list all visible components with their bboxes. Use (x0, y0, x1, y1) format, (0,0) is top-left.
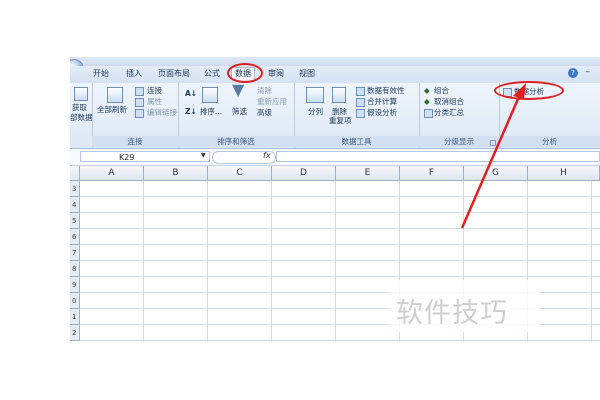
remove-duplicates-icon[interactable] (332, 87, 346, 103)
column-header-g[interactable]: G (464, 166, 528, 181)
filter-button[interactable]: 筛选 (232, 107, 247, 117)
name-box[interactable]: K29 (80, 151, 210, 162)
row-header[interactable]: 6 (70, 229, 80, 245)
consolidate-icon (356, 98, 365, 107)
formula-bar-row: K29 ▼ fx (70, 149, 600, 166)
column-header-a[interactable]: A (80, 166, 144, 181)
row-header[interactable]: 5 (70, 213, 80, 229)
data-validation-button[interactable]: 数据有效性 (367, 86, 405, 96)
watermark-text: 软件技巧 (396, 298, 508, 329)
clear-button[interactable]: 清除 (257, 86, 272, 96)
name-box-dropdown-icon[interactable]: ▼ (201, 152, 206, 159)
text-to-columns-button[interactable]: 分列 (308, 107, 323, 117)
row-header[interactable]: 0 (70, 293, 80, 309)
group-button[interactable]: 组合 (434, 86, 449, 96)
consolidate-button[interactable]: 合并计算 (367, 97, 397, 107)
row-header[interactable]: 9 (70, 277, 80, 293)
group-sort-filter: A↓ Z↓ 排序... ▼ 筛选 清除 重新应用 高级 排序和筛选 (178, 82, 295, 148)
connections-icon (135, 87, 144, 96)
sort-dialog-icon[interactable] (202, 87, 218, 103)
properties-button[interactable]: 属性 (147, 97, 162, 107)
connections-button[interactable]: 连接 (147, 86, 162, 96)
help-icon[interactable]: ? (568, 68, 578, 78)
ungroup-icon: ◆ (424, 97, 430, 106)
row-header[interactable]: 7 (70, 245, 80, 261)
properties-icon (135, 98, 144, 107)
group-data-tools: 分列 删除 重复项 数据有效性 合并计算 假设分析 数据工具 (294, 83, 420, 148)
subtotal-icon (424, 109, 433, 118)
get-external-label-2[interactable]: 部数据 (70, 113, 93, 123)
ungroup-button[interactable]: 取消组合 (434, 97, 464, 107)
column-header-f[interactable]: F (400, 166, 464, 181)
column-header-h[interactable]: H (528, 166, 600, 181)
column-header-d[interactable]: D (272, 166, 336, 181)
sort-za-icon[interactable]: Z↓ (185, 107, 197, 117)
column-header-e[interactable]: E (336, 166, 400, 181)
tab-view[interactable]: 视图 (296, 68, 318, 80)
group-connections: 全部刷新 连接 属性 编辑链接 连接 (92, 83, 179, 148)
row-header[interactable]: 8 (70, 261, 80, 277)
data-tools-group-label: 数据工具 (294, 136, 419, 147)
subtotal-button[interactable]: 分类汇总 (434, 108, 464, 118)
outline-launcher-icon[interactable] (490, 140, 496, 146)
outline-group-label: 分级显示 (419, 136, 499, 147)
edit-links-button[interactable]: 编辑链接 (147, 108, 177, 118)
sort-button[interactable]: 排序... (200, 107, 222, 117)
minimize-ribbon-icon[interactable]: – (586, 67, 591, 77)
analysis-group-label: 分析 (499, 136, 600, 147)
title-bar (70, 57, 600, 66)
what-if-icon (356, 109, 365, 118)
reapply-button[interactable]: 重新应用 (257, 97, 287, 107)
row-header[interactable]: 2 (70, 325, 80, 341)
group-icon: ◆ (424, 86, 430, 95)
column-header-c[interactable]: C (208, 166, 272, 181)
refresh-all-button[interactable]: 全部刷新 (97, 105, 127, 115)
group-get-external-data: 获取 部数据 (70, 83, 93, 148)
tab-formulas[interactable]: 公式 (201, 68, 223, 80)
sort-az-icon[interactable]: A↓ (185, 89, 197, 99)
text-to-columns-icon[interactable] (306, 87, 324, 103)
row-header[interactable]: 4 (70, 197, 80, 213)
insert-function-icon[interactable]: fx (263, 151, 271, 160)
remove-duplicates-label-2[interactable]: 重复项 (329, 116, 352, 126)
row-header[interactable]: 1 (70, 309, 80, 325)
data-validation-icon (356, 87, 365, 96)
advanced-button[interactable]: 高级 (257, 108, 272, 118)
sort-filter-group-label: 排序和筛选 (178, 136, 294, 147)
group-outline: ◆ 组合 ◆ 取消组合 分类汇总 分级显示 (419, 83, 500, 148)
column-header-b[interactable]: B (144, 166, 208, 181)
tab-page-layout[interactable]: 页面布局 (155, 68, 193, 80)
row-header[interactable]: 3 (70, 181, 80, 197)
annotation-oval-data-tab (227, 63, 263, 83)
connections-group-label: 连接 (92, 136, 178, 147)
annotation-oval-data-analysis (494, 81, 564, 100)
external-data-icon[interactable] (74, 87, 88, 101)
tab-home[interactable]: 开始 (90, 68, 112, 80)
tab-insert[interactable]: 插入 (123, 68, 145, 80)
what-if-analysis-button[interactable]: 假设分析 (367, 108, 397, 118)
refresh-all-icon[interactable] (107, 87, 123, 103)
formula-input[interactable] (276, 151, 600, 162)
tab-review[interactable]: 审阅 (265, 68, 287, 80)
filter-icon[interactable]: ▼ (232, 82, 244, 98)
get-external-label-1[interactable]: 获取 (72, 103, 87, 113)
select-all-corner[interactable] (70, 166, 80, 181)
edit-links-icon (135, 109, 144, 118)
